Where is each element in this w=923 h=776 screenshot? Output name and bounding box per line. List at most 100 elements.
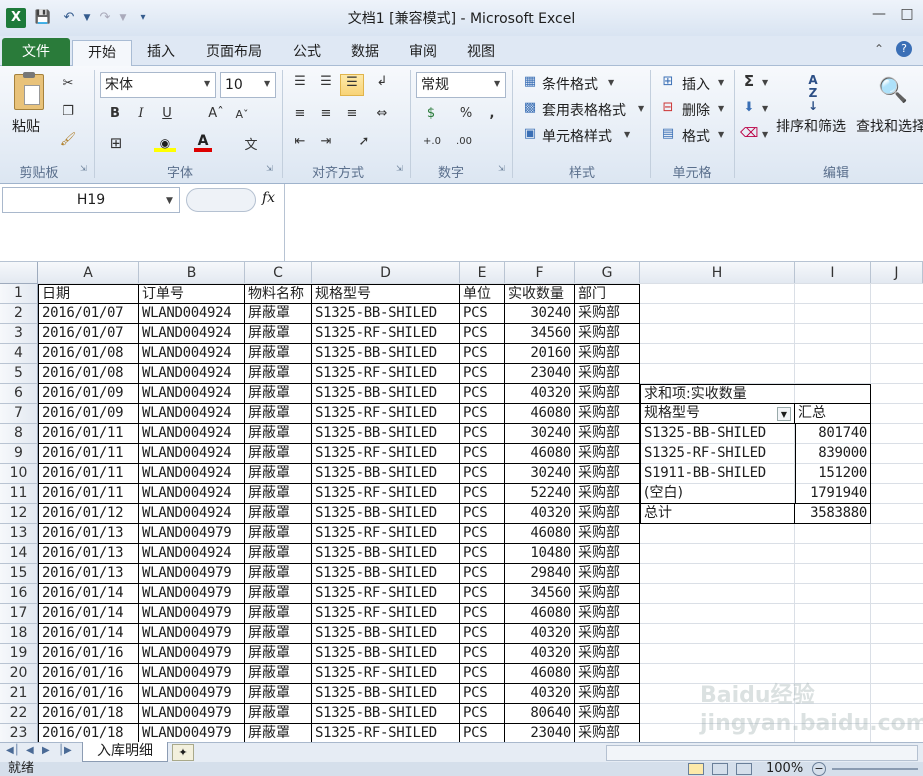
table-cell[interactable]: 采购部	[575, 644, 640, 664]
table-cell[interactable]: 46080	[505, 524, 575, 544]
format-as-table-icon[interactable]: ▩	[520, 100, 540, 115]
table-cell[interactable]: 屏蔽罩	[245, 364, 312, 384]
chevron-down-icon[interactable]: ▼	[608, 78, 614, 87]
column-header[interactable]: C	[245, 262, 312, 284]
row-header[interactable]: 5	[0, 364, 38, 384]
prev-sheet-icon[interactable]: ◀	[26, 745, 34, 756]
table-cell[interactable]: 40320	[505, 504, 575, 524]
merge-center-icon[interactable]: ⇔	[370, 106, 394, 121]
row-header[interactable]: 13	[0, 524, 38, 544]
sheet-tab-active[interactable]: 入库明细	[82, 742, 168, 762]
table-cell[interactable]: 采购部	[575, 564, 640, 584]
pivot-item[interactable]: S1911-BB-SHILED	[640, 464, 795, 484]
conditional-format-button[interactable]: 条件格式	[542, 74, 598, 94]
table-cell[interactable]: 40320	[505, 684, 575, 704]
table-cell[interactable]: 10480	[505, 544, 575, 564]
table-cell[interactable]: 屏蔽罩	[245, 644, 312, 664]
table-cell[interactable]: 40320	[505, 644, 575, 664]
fill-icon[interactable]: ⬇	[740, 100, 758, 115]
page-layout-view-icon[interactable]	[712, 763, 728, 775]
table-cell[interactable]: 屏蔽罩	[245, 304, 312, 324]
table-cell[interactable]: 采购部	[575, 704, 640, 724]
table-cell[interactable]: 屏蔽罩	[245, 444, 312, 464]
column-header[interactable]: F	[505, 262, 575, 284]
fill-color-icon[interactable]: ◉	[154, 136, 176, 152]
table-cell[interactable]: 30240	[505, 304, 575, 324]
table-cell[interactable]: 采购部	[575, 344, 640, 364]
insert-cells-button[interactable]: 插入	[682, 74, 710, 94]
decrease-indent-icon[interactable]: ⇤	[290, 134, 310, 149]
sort-filter-button[interactable]: 排序和筛选	[776, 116, 846, 136]
row-header[interactable]: 16	[0, 584, 38, 604]
borders-icon[interactable]: ⊞	[106, 134, 126, 152]
column-header[interactable]: B	[139, 262, 245, 284]
table-cell[interactable]: PCS	[460, 724, 505, 742]
cell-styles-icon[interactable]: ▣	[520, 126, 540, 141]
format-as-table-button[interactable]: 套用表格格式	[542, 100, 626, 120]
italic-button[interactable]: I	[132, 106, 150, 121]
pivot-row-label[interactable]: 规格型号	[640, 404, 795, 424]
table-cell[interactable]: WLAND004924	[139, 424, 245, 444]
table-cell[interactable]: S1325-BB-SHILED	[312, 564, 460, 584]
table-cell[interactable]: WLAND004979	[139, 584, 245, 604]
chevron-down-icon[interactable]: ▼	[762, 78, 768, 87]
table-cell[interactable]: 2016/01/18	[38, 724, 139, 742]
table-cell[interactable]: 采购部	[575, 404, 640, 424]
column-header[interactable]: I	[795, 262, 871, 284]
table-cell[interactable]: S1325-BB-SHILED	[312, 644, 460, 664]
row-header[interactable]: 9	[0, 444, 38, 464]
maximize-icon[interactable]: □	[894, 4, 920, 24]
pivot-title[interactable]: 求和项:实收数量	[640, 384, 795, 404]
table-cell[interactable]: WLAND004924	[139, 544, 245, 564]
tab-insert[interactable]: 插入	[136, 40, 186, 66]
table-cell[interactable]: 2016/01/16	[38, 644, 139, 664]
zoom-out-icon[interactable]: −	[812, 762, 826, 776]
table-cell[interactable]: 屏蔽罩	[245, 384, 312, 404]
table-cell[interactable]: 屏蔽罩	[245, 604, 312, 624]
table-cell[interactable]: 46080	[505, 604, 575, 624]
tab-formulas[interactable]: 公式	[282, 40, 332, 66]
row-header[interactable]: 8	[0, 424, 38, 444]
table-cell[interactable]: WLAND004924	[139, 304, 245, 324]
table-cell[interactable]: PCS	[460, 644, 505, 664]
tab-data[interactable]: 数据	[340, 40, 390, 66]
table-cell[interactable]: PCS	[460, 664, 505, 684]
table-cell[interactable]: 2016/01/13	[38, 524, 139, 544]
table-cell[interactable]: PCS	[460, 624, 505, 644]
number-launcher-icon[interactable]: ⇲	[498, 164, 505, 173]
table-cell[interactable]: S1325-BB-SHILED	[312, 424, 460, 444]
table-cell[interactable]: 屏蔽罩	[245, 484, 312, 504]
table-cell[interactable]: 2016/01/11	[38, 484, 139, 504]
font-name-combo[interactable]: 宋体	[100, 72, 216, 98]
cut-icon[interactable]: ✂	[58, 76, 78, 91]
table-cell[interactable]: 屏蔽罩	[245, 684, 312, 704]
table-cell[interactable]: 46080	[505, 444, 575, 464]
phonetic-icon[interactable]: 文	[240, 134, 262, 153]
table-cell[interactable]: 屏蔽罩	[245, 584, 312, 604]
select-all-corner[interactable]	[0, 262, 38, 284]
table-cell[interactable]: 采购部	[575, 304, 640, 324]
table-cell[interactable]: PCS	[460, 584, 505, 604]
tab-view[interactable]: 视图	[456, 40, 506, 66]
shrink-font-icon[interactable]: Aˇ	[232, 108, 252, 121]
table-cell[interactable]: WLAND004979	[139, 564, 245, 584]
table-cell[interactable]: PCS	[460, 304, 505, 324]
table-cell[interactable]: S1325-BB-SHILED	[312, 684, 460, 704]
table-cell[interactable]: S1325-RF-SHILED	[312, 664, 460, 684]
table-cell[interactable]: PCS	[460, 604, 505, 624]
table-cell[interactable]: WLAND004979	[139, 684, 245, 704]
find-select-icon[interactable]: 🔍	[878, 76, 908, 106]
insert-sheet-icon[interactable]: ✦	[172, 744, 194, 761]
table-cell[interactable]: 2016/01/09	[38, 384, 139, 404]
table-cell[interactable]: 23040	[505, 724, 575, 742]
align-middle-icon[interactable]: ☰	[316, 74, 336, 89]
table-cell[interactable]: 40320	[505, 624, 575, 644]
row-header[interactable]: 1	[0, 284, 38, 304]
table-cell[interactable]: 屏蔽罩	[245, 524, 312, 544]
table-cell[interactable]: 屏蔽罩	[245, 344, 312, 364]
table-cell[interactable]: WLAND004924	[139, 464, 245, 484]
name-box[interactable]: H19	[2, 187, 180, 213]
pivot-item[interactable]: S1325-RF-SHILED	[640, 444, 795, 464]
pivot-value[interactable]: 801740	[795, 424, 871, 444]
table-cell[interactable]: 2016/01/07	[38, 324, 139, 344]
